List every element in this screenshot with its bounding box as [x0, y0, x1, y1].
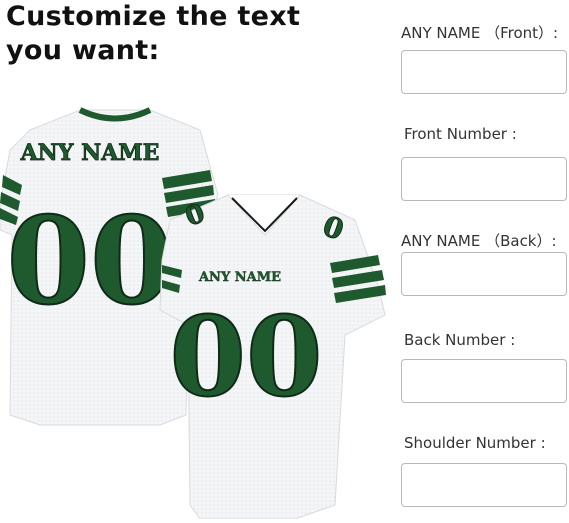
front-right-sleeve-stripes [330, 255, 386, 303]
shoulder-number-input[interactable] [401, 463, 567, 507]
back-number-input[interactable] [401, 359, 567, 403]
headline: Customize the text you want: [6, 0, 386, 68]
front-name-label: ANY NAME （Front）: [401, 24, 559, 42]
front-number-text: 00 [169, 292, 322, 421]
jersey-preview: ANY NAME 00 0 0 ANY NAME 00 [0, 95, 400, 520]
shoulder-number-label: Shoulder Number : [404, 434, 546, 452]
front-number-input[interactable] [401, 157, 567, 201]
headline-line-1: Customize the text [6, 1, 301, 32]
back-name-label: ANY NAME （Back）: [401, 232, 557, 250]
back-number-label: Back Number : [404, 331, 516, 349]
front-number-label: Front Number : [404, 125, 517, 143]
back-name-input[interactable] [401, 252, 567, 296]
front-name-text: ANY NAME [198, 270, 281, 285]
headline-line-2: you want: [6, 35, 160, 66]
front-name-input[interactable] [401, 50, 567, 94]
back-name-text: ANY NAME [20, 140, 160, 166]
jersey-front: 0 0 ANY NAME 00 [159, 194, 386, 520]
back-number-text: 00 [7, 191, 174, 332]
jersey-preview-svg: ANY NAME 00 0 0 ANY NAME 00 [0, 107, 386, 520]
